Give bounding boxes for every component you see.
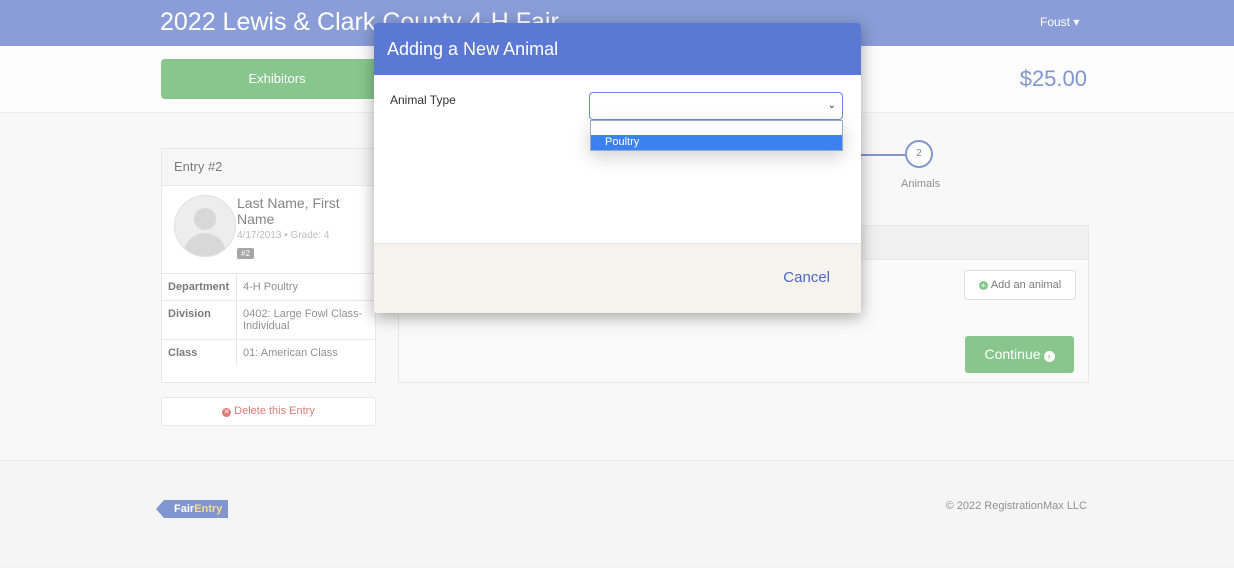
dropdown-option-blank[interactable] xyxy=(591,121,842,135)
animal-type-label: Animal Type xyxy=(390,93,456,107)
cancel-button[interactable]: Cancel xyxy=(783,269,830,286)
dropdown-option-poultry[interactable]: Poultry xyxy=(591,135,842,150)
modal-footer: Cancel xyxy=(374,243,861,313)
animal-type-dropdown: Poultry xyxy=(590,120,843,151)
chevron-down-icon: ⌄ xyxy=(827,100,836,111)
animal-type-select[interactable]: ⌄ xyxy=(589,92,843,120)
add-animal-modal: Adding a New Animal Animal Type ⌄ Cancel xyxy=(374,23,861,313)
modal-title: Adding a New Animal xyxy=(374,23,861,75)
